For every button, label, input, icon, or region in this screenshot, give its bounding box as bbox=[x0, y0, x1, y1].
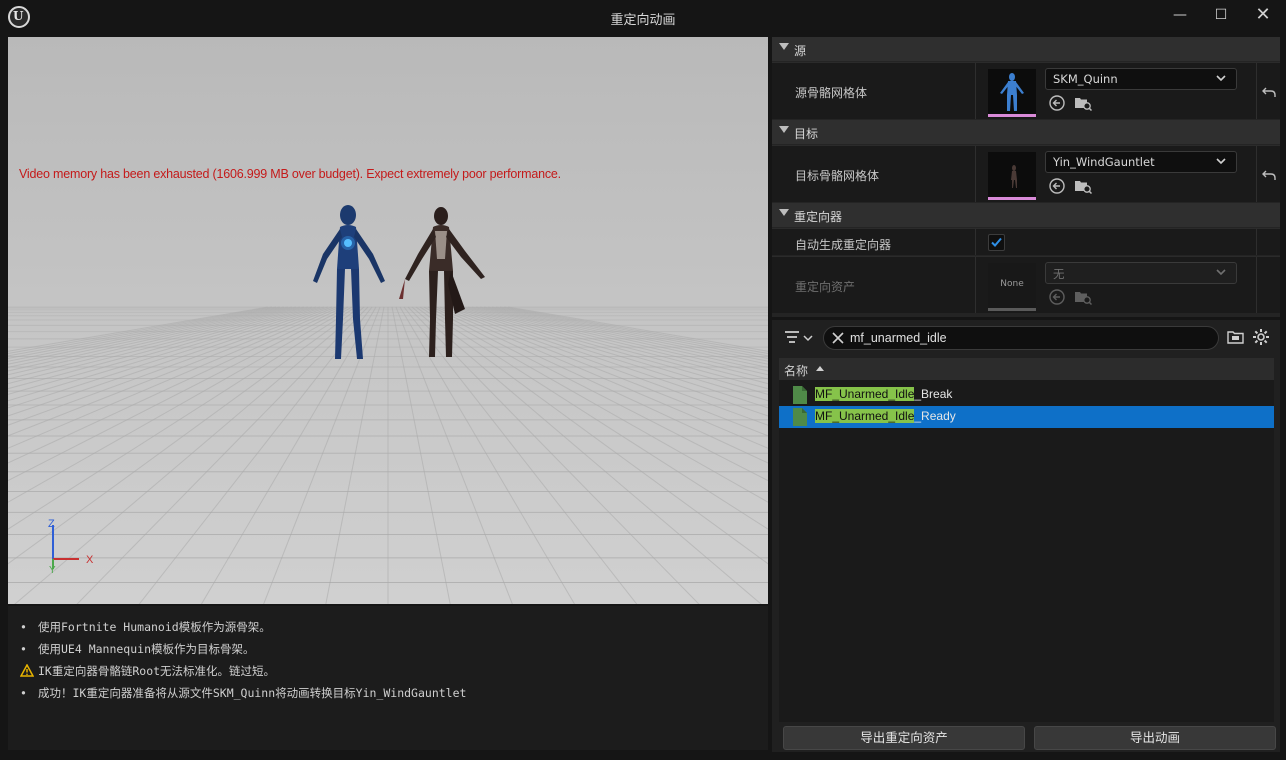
chevron-down-icon bbox=[1216, 158, 1226, 165]
asset-list: MF_Unarmed_Idle_Break MF_Unarmed_Idle_Re… bbox=[779, 380, 1274, 722]
title-bar: U 重定向动画 — ☐ ✕ bbox=[0, 0, 1286, 34]
source-mesh-dropdown[interactable]: SKM_Quinn bbox=[1045, 68, 1237, 90]
auto-generate-checkbox[interactable] bbox=[988, 234, 1005, 251]
list-item[interactable]: MF_Unarmed_Idle_Ready bbox=[779, 406, 1274, 428]
clear-search-icon[interactable] bbox=[831, 331, 845, 345]
auto-generate-label: 自动生成重定向器 bbox=[795, 238, 892, 252]
source-mesh-row: 源骨骼网格体 SKM_Quinn bbox=[772, 62, 1280, 119]
svg-text:X: X bbox=[86, 554, 94, 566]
collapse-arrow-icon bbox=[779, 126, 789, 133]
filter-icon[interactable] bbox=[782, 328, 816, 348]
target-mesh-row: 目标骨骼网格体 Yin_WindGauntlet bbox=[772, 145, 1280, 202]
use-selected-asset-icon[interactable] bbox=[1048, 177, 1066, 195]
preview-viewport[interactable]: Video memory has been exhausted (1606.99… bbox=[8, 37, 768, 604]
column-header-name[interactable]: 名称 bbox=[779, 358, 1274, 380]
svg-text:Z: Z bbox=[48, 518, 55, 530]
minimize-button[interactable]: — bbox=[1166, 4, 1194, 26]
browse-asset-icon[interactable] bbox=[1074, 94, 1092, 112]
reset-to-default-icon[interactable] bbox=[1262, 85, 1276, 99]
vram-warning-text: Video memory has been exhausted (1606.99… bbox=[19, 167, 561, 181]
axis-gizmo: Z X Y bbox=[48, 518, 94, 575]
retarget-asset-thumbnail: None bbox=[988, 263, 1036, 311]
source-mesh-thumbnail[interactable] bbox=[988, 69, 1036, 117]
target-mesh-dropdown[interactable]: Yin_WindGauntlet bbox=[1045, 151, 1237, 173]
animation-asset-icon bbox=[793, 386, 807, 404]
search-input[interactable]: mf_unarmed_idle bbox=[823, 326, 1219, 350]
character-preview bbox=[313, 205, 485, 359]
target-mesh-thumbnail[interactable] bbox=[988, 152, 1036, 200]
gear-icon[interactable] bbox=[1252, 328, 1270, 346]
target-mesh-label: 目标骨骼网格体 bbox=[795, 169, 880, 183]
retarget-asset-row: 重定向资产 None 无 bbox=[772, 256, 1280, 313]
maximize-button[interactable]: ☐ bbox=[1207, 4, 1235, 26]
details-panel: 源 源骨骼网格体 SKM_Quinn 目标 目标骨骼网格体 Yin_WindGa… bbox=[772, 37, 1280, 317]
browse-asset-icon bbox=[1075, 292, 1092, 306]
category-source[interactable]: 源 bbox=[772, 37, 1280, 61]
checkmark-icon bbox=[991, 237, 1002, 247]
log-line: • 使用Fortnite Humanoid模板作为源骨架。 bbox=[20, 620, 271, 634]
category-target[interactable]: 目标 bbox=[772, 120, 1280, 144]
action-bar: 导出重定向资产 导出动画 bbox=[772, 722, 1280, 752]
reset-to-default-icon[interactable] bbox=[1262, 168, 1276, 182]
use-selected-asset-icon[interactable] bbox=[1048, 94, 1066, 112]
window-title: 重定向动画 bbox=[610, 13, 676, 28]
folder-icon[interactable] bbox=[1227, 329, 1245, 345]
export-retarget-asset-button[interactable]: 导出重定向资产 bbox=[783, 726, 1025, 750]
export-animation-button[interactable]: 导出动画 bbox=[1034, 726, 1276, 750]
retarget-asset-label: 重定向资产 bbox=[795, 280, 856, 294]
source-mesh-label: 源骨骼网格体 bbox=[795, 86, 868, 100]
target-character-figure bbox=[399, 207, 485, 357]
log-line: IK重定向器骨骼链Root无法标准化。链过短。 bbox=[19, 663, 275, 679]
chevron-down-icon bbox=[1216, 75, 1226, 82]
retarget-asset-dropdown: 无 bbox=[1045, 262, 1237, 284]
list-item[interactable]: MF_Unarmed_Idle_Break bbox=[779, 384, 1274, 406]
log-line: • 成功！IK重定向器准备将从源文件SKM_Quinn将动画转换目标Yin_Win… bbox=[20, 686, 467, 700]
use-selected-asset-icon bbox=[1049, 289, 1065, 305]
message-log: • 使用Fortnite Humanoid模板作为源骨架。 • 使用UE4 Mann… bbox=[8, 606, 768, 750]
source-character-figure bbox=[313, 205, 385, 359]
sort-ascending-icon bbox=[816, 366, 824, 371]
log-line: • 使用UE4 Mannequin模板作为目标骨架。 bbox=[20, 642, 255, 656]
animation-asset-icon bbox=[793, 408, 807, 426]
collapse-arrow-icon bbox=[779, 209, 789, 216]
warning-icon bbox=[19, 663, 38, 678]
auto-generate-row: 自动生成重定向器 bbox=[772, 228, 1280, 255]
svg-text:Y: Y bbox=[49, 565, 56, 575]
category-retargeter[interactable]: 重定向器 bbox=[772, 203, 1280, 227]
asset-browser: mf_unarmed_idle 名称 MF_Unarmed_Idle_Break… bbox=[772, 320, 1280, 752]
collapse-arrow-icon bbox=[779, 43, 789, 50]
chevron-down-icon bbox=[1216, 269, 1226, 276]
browse-asset-icon[interactable] bbox=[1074, 177, 1092, 195]
close-button[interactable]: ✕ bbox=[1249, 4, 1277, 26]
